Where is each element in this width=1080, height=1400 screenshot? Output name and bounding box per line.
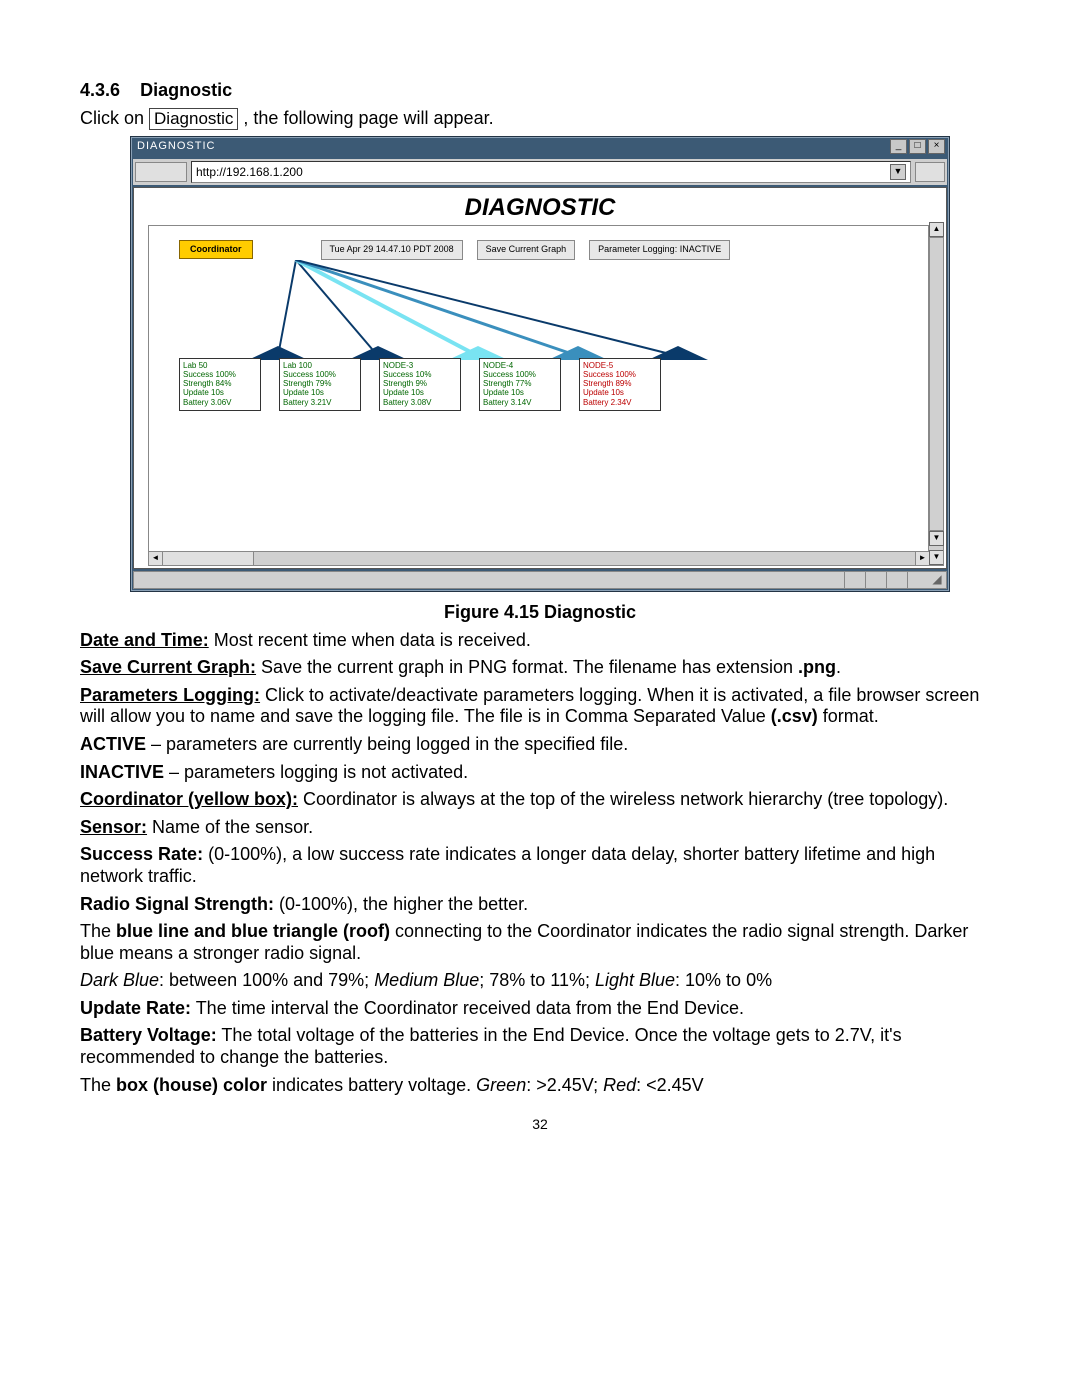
url-field[interactable]: http://192.168.1.200 ▼: [191, 161, 911, 183]
update-rate-label: Update Rate:: [80, 998, 191, 1018]
window-titlebar: DIAGNOSTIC _ □ ×: [131, 137, 949, 157]
scroll-down-icon: ▼: [929, 531, 944, 546]
diagnostic-window: DIAGNOSTIC _ □ × http://192.168.1.200 ▼ …: [130, 136, 950, 592]
node-body: NODE-4 Success 100% Strength 77% Update …: [479, 358, 561, 411]
node-house[interactable]: Lab 50 Success 100% Strength 84% Update …: [179, 358, 261, 411]
address-bar: http://192.168.1.200 ▼: [133, 159, 947, 185]
minimize-icon[interactable]: _: [890, 139, 907, 154]
url-text: http://192.168.1.200: [196, 165, 303, 179]
resize-grip-icon[interactable]: ◢: [928, 572, 946, 588]
node-name: NODE-5: [583, 361, 657, 370]
coordinator-box[interactable]: Coordinator: [179, 240, 253, 259]
maximize-icon[interactable]: □: [909, 139, 926, 154]
nav-box[interactable]: [135, 162, 187, 182]
intro-line: Click on Diagnostic , the following page…: [80, 108, 1000, 130]
section-title: Diagnostic: [140, 80, 232, 100]
node-name: Lab 100: [283, 361, 357, 370]
diagram-panel: Coordinator Tue Apr 29 14.47.10 PDT 2008…: [148, 225, 944, 566]
node-name: NODE-3: [383, 361, 457, 370]
node-name: NODE-4: [483, 361, 557, 370]
close-icon[interactable]: ×: [928, 139, 945, 154]
scroll-left-icon: ◄: [149, 552, 163, 565]
node-body: NODE-5 Success 100% Strength 89% Update …: [579, 358, 661, 411]
diagnostic-inline-button[interactable]: Diagnostic: [149, 108, 238, 130]
date-time-label: Date and Time:: [80, 630, 209, 650]
section-number: 4.3.6: [80, 80, 120, 100]
active-label: ACTIVE: [80, 734, 146, 754]
window-title: DIAGNOSTIC: [135, 140, 890, 153]
inactive-label: INACTIVE: [80, 762, 164, 782]
param-logging-button[interactable]: Parameter Logging: INACTIVE: [589, 240, 730, 260]
node-name: Lab 50: [183, 361, 257, 370]
node-body: Lab 50 Success 100% Strength 84% Update …: [179, 358, 261, 411]
coordinator-label: Coordinator (yellow box):: [80, 789, 298, 809]
node-house[interactable]: NODE-5 Success 100% Strength 89% Update …: [579, 358, 661, 411]
timestamp-button[interactable]: Tue Apr 29 14.47.10 PDT 2008: [321, 240, 463, 260]
battery-voltage-label: Battery Voltage:: [80, 1025, 217, 1045]
save-graph-button[interactable]: Save Current Graph: [477, 240, 576, 260]
scroll-down-icon: ▼: [929, 550, 944, 565]
page-number: 32: [80, 1116, 1000, 1133]
inner-horizontal-scrollbar[interactable]: ◄ ►: [149, 551, 929, 565]
sensor-label: Sensor:: [80, 817, 147, 837]
page-heading: DIAGNOSTIC: [134, 188, 946, 225]
status-bar: ◢: [133, 571, 947, 589]
go-box[interactable]: [915, 162, 945, 182]
url-dropdown-icon[interactable]: ▼: [890, 164, 906, 180]
node-house[interactable]: NODE-3 Success 10% Strength 9% Update 10…: [379, 358, 461, 411]
node-body: NODE-3 Success 10% Strength 9% Update 10…: [379, 358, 461, 411]
tree-diagram: Lab 50 Success 100% Strength 84% Update …: [179, 260, 913, 555]
node-body: Lab 100 Success 100% Strength 79% Update…: [279, 358, 361, 411]
figure-caption: Figure 4.15 Diagnostic: [80, 602, 1000, 624]
param-logging-label: Parameters Logging:: [80, 685, 260, 705]
node-house[interactable]: Lab 100 Success 100% Strength 79% Update…: [279, 358, 361, 411]
section-heading: 4.3.6 Diagnostic: [80, 80, 1000, 102]
save-graph-label: Save Current Graph:: [80, 657, 256, 677]
content-frame: DIAGNOSTIC Coordinator Tue Apr 29 14.47.…: [133, 187, 947, 569]
scroll-up-icon: ▲: [929, 222, 944, 237]
outer-vertical-scrollbar[interactable]: ▲ ▼: [929, 222, 944, 546]
scroll-right-icon: ►: [915, 552, 929, 565]
radio-strength-label: Radio Signal Strength:: [80, 894, 274, 914]
node-house[interactable]: NODE-4 Success 100% Strength 77% Update …: [479, 358, 561, 411]
success-rate-label: Success Rate:: [80, 844, 203, 864]
